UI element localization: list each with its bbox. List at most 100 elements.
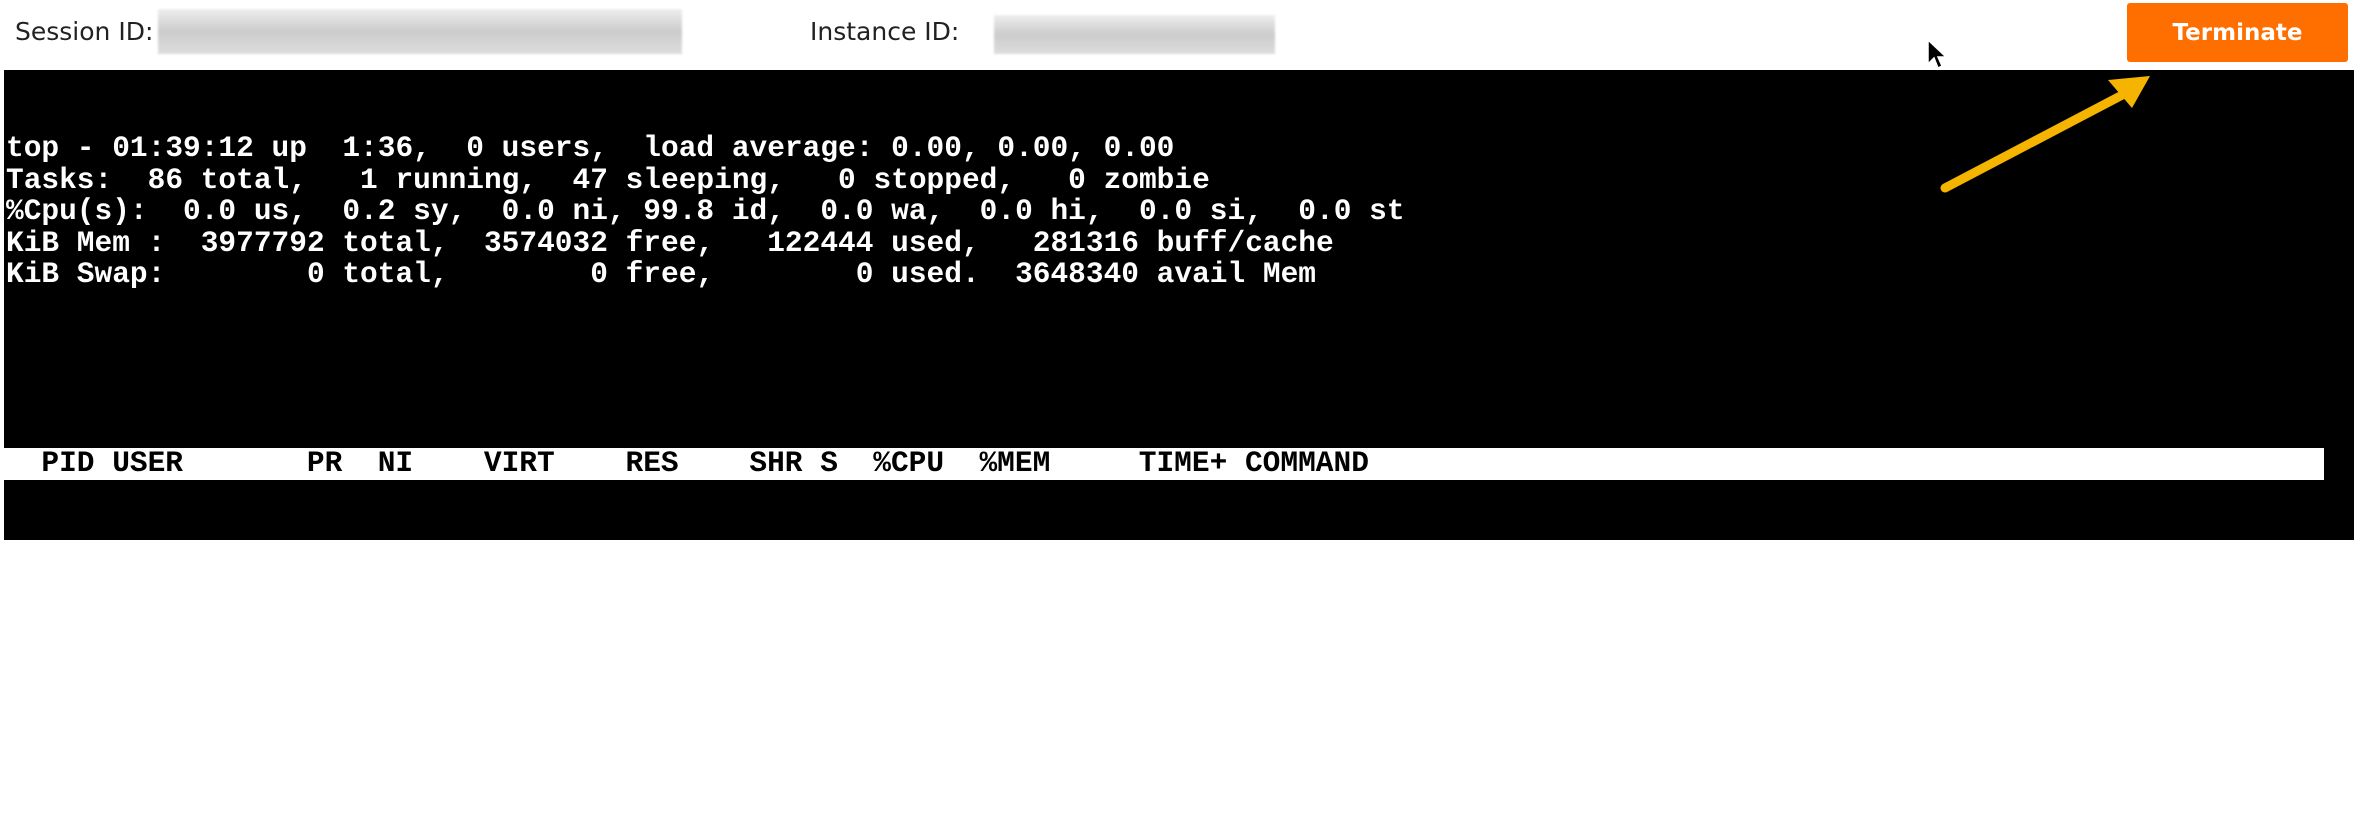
- cell-state: S: [820, 572, 838, 606]
- cell-shr: SHR: [749, 446, 803, 480]
- process-row: 8 root 20 0 0 0 0 I 0.0 0.0 0:00.12 rcu_sched: [4, 698, 2354, 732]
- summary-line: %Cpu(s): 0.0 us, 0.2 sy, 0.0 ni, 99.8 id…: [6, 194, 1405, 228]
- cell-res: 0: [660, 761, 679, 795]
- cell-shr: 0: [784, 761, 803, 795]
- cell-virt: 0: [537, 635, 555, 669]
- cell-virt: 0: [537, 666, 555, 701]
- cell-mem: 0.0: [997, 603, 1051, 638]
- cell-time: 0:00.12: [1103, 698, 1228, 732]
- cell-time: 0:00.00: [1103, 729, 1228, 764]
- cell-ni: 0: [395, 666, 414, 701]
- process-row: 9 root 20 0 0 0 0 I 0.0 0.0 0:00.00 rcu_bh: [4, 729, 2354, 764]
- cell-shr: 3900: [731, 540, 803, 575]
- cell-pr: PR: [306, 446, 343, 480]
- cell-virt: VIRT: [483, 446, 555, 480]
- cell-cpu: 0.0: [890, 540, 945, 575]
- cell-command: rcu_bh: [1244, 729, 1352, 764]
- summary-line: KiB Mem : 3977792 total, 3574032 free, 1…: [6, 225, 1334, 260]
- cell-virt: 0: [537, 603, 555, 638]
- cell-pr: 0: [324, 603, 343, 638]
- cell-user: root: [112, 698, 183, 732]
- process-row: 1 root 20 0 43648 5352 3900 S 0.0 0.1 0:01.25 syste…: [4, 540, 2354, 575]
- process-row: 4 root 0 -20 0 0 0 I 0.0 0.0 0:00.00 kworker/0:0H: [4, 603, 2354, 638]
- cell-state: S: [820, 761, 838, 795]
- cell-state: I: [820, 698, 838, 732]
- cell-pr: 20: [306, 572, 343, 606]
- cell-command: mm_percpu_wq: [1244, 635, 1458, 669]
- session-id-label: Session ID:: [15, 17, 154, 46]
- cell-time: 0:00.00: [1103, 572, 1228, 606]
- top-summary: top - 01:39:12 up 1:36, 0 users, load av…: [4, 131, 2354, 291]
- cell-command: systemd: [1244, 540, 1369, 575]
- cell-ni: 0: [395, 540, 414, 575]
- cell-time: 0:00.04: [1103, 666, 1228, 701]
- cell-cpu: 0.0: [890, 572, 945, 606]
- cell-res: 5352: [607, 540, 679, 575]
- cell-pr: 20: [306, 698, 343, 732]
- cell-mem: 0.0: [997, 729, 1051, 764]
- cell-mem: 0.0: [997, 572, 1051, 606]
- cell-pid: 10: [59, 761, 95, 795]
- cell-pid: 4: [76, 603, 95, 638]
- cell-cpu: 0.0: [890, 761, 945, 795]
- cell-cpu: 0.0: [890, 729, 945, 764]
- cell-pr: 20: [306, 729, 343, 764]
- cell-user: root: [112, 666, 183, 701]
- cell-pid: 8: [76, 698, 95, 732]
- cell-pid: 7: [76, 666, 95, 701]
- cell-pr: 20: [306, 540, 343, 575]
- cell-time: 0:00.00: [1103, 761, 1228, 795]
- cell-mem: 0.0: [997, 698, 1051, 732]
- cell-res: 0: [660, 635, 679, 669]
- cell-command: COMMAND: [1244, 446, 1369, 480]
- cell-user: root: [112, 635, 183, 669]
- summary-line: Tasks: 86 total, 1 running, 47 sleeping,…: [6, 162, 1210, 197]
- terminal-output[interactable]: top - 01:39:12 up 1:36, 0 users, load av…: [4, 70, 2354, 794]
- cell-pr: 0: [324, 635, 343, 669]
- cell-cpu: 0.0: [890, 603, 945, 638]
- cell-pid: 6: [76, 635, 95, 669]
- summary-line: KiB Swap: 0 total, 0 free, 0 used. 36483…: [6, 257, 1317, 291]
- cell-state: S: [820, 666, 838, 701]
- cell-pid: 2: [76, 572, 95, 606]
- cell-shr: 0: [784, 603, 803, 638]
- cell-ni: -20: [359, 635, 414, 669]
- cell-mem: %MEM: [979, 446, 1051, 480]
- cell-virt: 43648: [466, 540, 555, 575]
- cell-state: I: [820, 635, 838, 669]
- cell-res: 0: [660, 603, 679, 638]
- cell-ni: 0: [395, 729, 414, 764]
- cell-pr: 20: [306, 666, 343, 701]
- cell-user: root: [112, 540, 183, 575]
- process-row: 10 root rt 0 0 0 0 S 0.0 0.0 0:00.00 migration/0: [4, 761, 2354, 795]
- cell-state: I: [820, 729, 838, 764]
- cell-user: root: [112, 572, 183, 606]
- process-row: 6 root 0 -20 0 0 0 I 0.0 0.0 0:00.00 mm_percpu_wq: [4, 635, 2354, 669]
- cell-mem: 0.1: [997, 540, 1051, 575]
- terminate-button[interactable]: Terminate: [2127, 3, 2348, 62]
- cell-ni: 0: [395, 698, 414, 732]
- instance-id-value-redacted: [994, 15, 1275, 54]
- cell-time: 0:00.00: [1103, 603, 1228, 638]
- cell-time: 0:01.25: [1103, 540, 1228, 575]
- summary-line: top - 01:39:12 up 1:36, 0 users, load av…: [6, 131, 1175, 165]
- process-table-header: PID USER PR NI VIRT RES SHR S %CPU %MEM TIME+ COMMA…: [4, 446, 2324, 480]
- process-table: 1 root 20 0 43648 5352 3900 S 0.0 0.1 0:01.25 syste…: [4, 540, 2354, 795]
- mouse-cursor-icon: [1927, 38, 1948, 70]
- cell-mem: 0.0: [997, 635, 1051, 669]
- cell-ni: NI: [377, 446, 414, 480]
- cell-command: rcu_sched: [1244, 698, 1405, 732]
- cell-shr: 0: [784, 698, 803, 732]
- cell-pid: 1: [76, 540, 95, 575]
- cell-state: I: [820, 603, 838, 638]
- cell-user: USER: [112, 446, 183, 480]
- cell-virt: 0: [537, 761, 555, 795]
- cell-command: kthreadd: [1244, 572, 1387, 606]
- cell-state: S: [820, 540, 838, 575]
- cell-command: kworker/0:0H: [1244, 603, 1458, 638]
- instance-id-label: Instance ID:: [810, 17, 960, 46]
- cell-pr: rt: [306, 761, 343, 795]
- cell-ni: 0: [395, 572, 414, 606]
- cell-shr: 0: [784, 729, 803, 764]
